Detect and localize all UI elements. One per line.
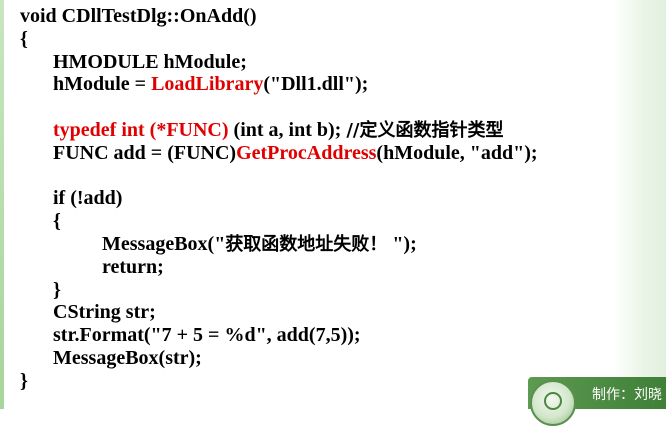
code-keyword: typedef int (*FUNC) bbox=[53, 118, 234, 141]
code-token: str.Format("7 + 5 = %d", add(7,5)); bbox=[53, 324, 361, 347]
code-token: return; bbox=[102, 255, 164, 278]
code-line: { bbox=[20, 210, 608, 233]
code-token: FUNC add = (FUNC) bbox=[53, 141, 237, 164]
code-token: void CDllTestDlg::OnAdd() bbox=[20, 5, 257, 27]
code-line: str.Format("7 + 5 = %d", add(7,5)); bbox=[20, 324, 608, 347]
code-token: { bbox=[53, 210, 61, 233]
code-line: void CDllTestDlg::OnAdd() bbox=[20, 5, 608, 28]
code-comment: 获取函数地址失败！ bbox=[225, 233, 388, 255]
code-keyword: LoadLibrary bbox=[151, 73, 264, 96]
left-accent-line bbox=[0, 0, 4, 409]
code-token: HMODULE hModule; bbox=[53, 50, 247, 73]
code-token: if (!add) bbox=[53, 187, 123, 210]
code-token: MessageBox(str); bbox=[53, 346, 202, 369]
code-line: MessageBox("获取函数地址失败！ "); bbox=[20, 233, 608, 256]
code-line: HMODULE hModule; bbox=[20, 51, 608, 74]
code-token: MessageBox(" bbox=[102, 232, 226, 255]
code-keyword: GetProcAddress bbox=[236, 141, 377, 164]
author-label: 制作：刘晓 bbox=[592, 387, 662, 403]
code-token: (hModule, "add"); bbox=[376, 141, 538, 164]
code-line: { bbox=[20, 28, 608, 51]
seal-inner-ring bbox=[544, 392, 562, 410]
code-token: } bbox=[53, 278, 61, 301]
code-line: CString str; bbox=[20, 301, 608, 324]
code-listing: void CDllTestDlg::OnAdd(){HMODULE hModul… bbox=[20, 5, 608, 409]
code-token: "); bbox=[387, 232, 417, 255]
code-line: FUNC add = (FUNC)GetProcAddress(hModule,… bbox=[20, 142, 608, 165]
code-line: return; bbox=[20, 256, 608, 279]
right-decor-band bbox=[614, 0, 666, 409]
code-token: { bbox=[20, 27, 28, 50]
school-seal-icon bbox=[530, 380, 576, 426]
code-token: hModule = bbox=[53, 73, 152, 96]
code-line: } bbox=[20, 279, 608, 302]
code-line: typedef int (*FUNC) (int a, int b); //定义… bbox=[20, 119, 608, 142]
code-token: (int a, int b); bbox=[233, 118, 347, 141]
code-token: } bbox=[20, 369, 28, 392]
code-comment: //定义函数指针类型 bbox=[346, 119, 504, 141]
code-line: } bbox=[20, 370, 608, 393]
code-line: if (!add) bbox=[20, 187, 608, 210]
code-token: CString str; bbox=[53, 301, 156, 324]
code-line: MessageBox(str); bbox=[20, 347, 608, 370]
code-line: hModule = LoadLibrary("Dll1.dll"); bbox=[20, 73, 608, 96]
code-token: ("Dll1.dll"); bbox=[263, 73, 369, 96]
